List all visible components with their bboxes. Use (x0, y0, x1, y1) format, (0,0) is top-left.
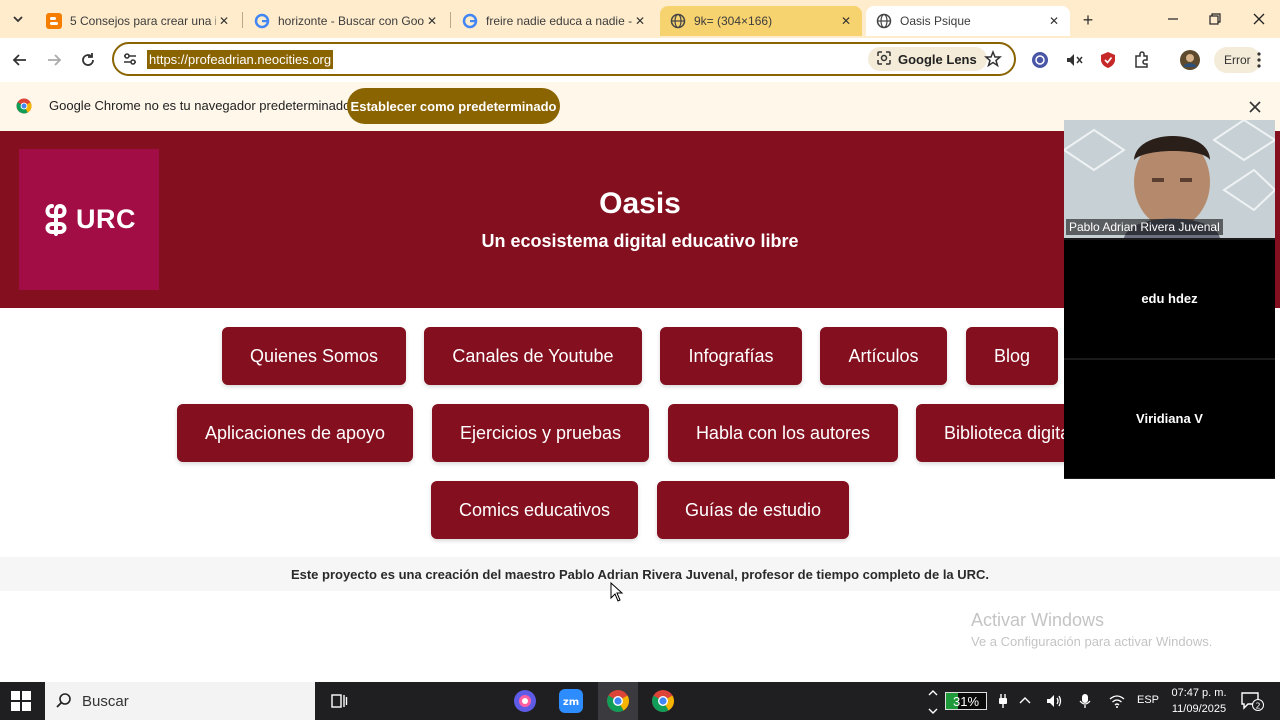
address-bar[interactable]: https://profeadrian.neocities.org Google… (112, 42, 1016, 76)
infobar-message: Google Chrome no es tu navegador predete… (49, 98, 351, 113)
tab-consejos[interactable]: 5 Consejos para crear una in ✕ (36, 6, 240, 36)
video-tile-participant[interactable]: edu hdez (1064, 240, 1275, 358)
tab-oasis-psique[interactable]: Oasis Psique ✕ (866, 6, 1070, 36)
close-tab-icon[interactable]: ✕ (838, 13, 854, 29)
tab-horizonte[interactable]: horizonte - Buscar con Goog ✕ (244, 6, 448, 36)
lens-icon (876, 50, 892, 69)
video-app-icon[interactable] (512, 688, 538, 714)
back-arrow-icon[interactable] (8, 48, 32, 72)
browser-tab-strip: 5 Consejos para crear una in ✕ horizonte… (0, 0, 1280, 38)
nav-button-quienes-somos[interactable]: Quienes Somos (222, 327, 406, 385)
tray-down-chevron-icon[interactable] (924, 702, 942, 720)
tab-title: 5 Consejos para crear una in (70, 14, 216, 28)
participant-name: Pablo Adrian Rivera Juvenal (1066, 219, 1223, 235)
nav-button-aplicaciones[interactable]: Aplicaciones de apoyo (177, 404, 413, 462)
show-hidden-icons-chevron[interactable] (1016, 692, 1034, 710)
task-view-icon[interactable] (326, 688, 352, 714)
extension-circle-icon[interactable] (1030, 50, 1050, 70)
video-tile-speaker[interactable]: Pablo Adrian Rivera Juvenal (1064, 120, 1275, 238)
more-menu-icon[interactable] (1252, 50, 1266, 70)
tab-image[interactable]: 9k= (304×166) ✕ (660, 6, 862, 36)
activate-windows-title: Activar Windows (971, 610, 1105, 630)
nav-button-ejercicios[interactable]: Ejercicios y pruebas (432, 404, 649, 462)
site-info-icon[interactable] (122, 51, 138, 67)
battery-indicator[interactable]: 31% (945, 692, 987, 710)
screen: 5 Consejos para crear una in ✕ horizonte… (0, 0, 1280, 720)
nav-button-canales-youtube[interactable]: Canales de Youtube (424, 327, 642, 385)
extension-shield-icon[interactable] (1098, 50, 1118, 70)
footer-credit: Este proyecto es una creación del maestr… (290, 567, 990, 582)
google-icon (462, 13, 478, 29)
browser-toolbar: https://profeadrian.neocities.org Google… (0, 38, 1280, 82)
clock-date[interactable]: 11/09/2025 (1166, 703, 1232, 715)
tab-muted-icon[interactable] (1064, 50, 1084, 70)
battery-percent: 31% (952, 693, 980, 709)
windows-taskbar: Buscar zm 31% ESP 07:47 p. m. 11/09/2025… (0, 682, 1280, 720)
globe-icon (876, 13, 892, 29)
close-infobar-icon[interactable] (1246, 98, 1264, 116)
restore-icon[interactable] (1204, 8, 1226, 30)
profile-avatar[interactable] (1180, 50, 1200, 70)
bookmark-star-icon[interactable] (984, 49, 1002, 68)
globe-icon (670, 13, 686, 29)
extensions-puzzle-icon[interactable] (1132, 50, 1152, 70)
tray-up-chevron-icon[interactable] (924, 684, 942, 702)
tab-title: freire nadie educa a nadie - (486, 14, 632, 28)
nav-button-blog[interactable]: Blog (966, 327, 1058, 385)
wifi-icon[interactable] (1108, 692, 1126, 710)
nav-button-articulos[interactable]: Artículos (820, 327, 947, 385)
google-lens-button[interactable]: Google Lens (868, 47, 987, 71)
notification-center-icon[interactable]: 2 (1240, 690, 1264, 712)
activate-windows-subtitle: Ve a Configuración para activar Windows. (971, 634, 1213, 649)
tab-search-chevron-icon[interactable] (6, 7, 30, 31)
tab-title: 9k= (304×166) (694, 14, 773, 28)
close-tab-icon[interactable]: ✕ (1046, 13, 1062, 29)
close-window-icon[interactable] (1248, 8, 1270, 30)
blogger-icon (46, 13, 62, 29)
clock-time[interactable]: 07:47 p. m. (1166, 687, 1232, 699)
tab-separator (242, 12, 243, 28)
minimize-icon[interactable] (1162, 8, 1184, 30)
language-indicator[interactable]: ESP (1137, 694, 1159, 706)
participant-name: edu hdez (1141, 291, 1198, 306)
forward-arrow-icon[interactable] (42, 48, 66, 72)
google-icon (254, 13, 270, 29)
nav-button-infografias[interactable]: Infografías (660, 327, 802, 385)
tab-title: Oasis Psique (900, 14, 971, 28)
search-placeholder: Buscar (82, 693, 129, 710)
speaker-icon[interactable] (1046, 692, 1064, 710)
chrome-logo-icon (16, 98, 32, 114)
chrome-taskbar-icon[interactable] (650, 688, 676, 714)
tab-separator (450, 12, 451, 28)
lens-label: Google Lens (898, 51, 977, 67)
chrome-taskbar-icon-active[interactable] (598, 682, 638, 720)
microphone-icon[interactable] (1076, 692, 1094, 710)
participant-name: Viridiana V (1136, 411, 1203, 426)
video-tile-participant[interactable]: Viridiana V (1064, 360, 1275, 478)
site-footer: Este proyecto es una creación del maestr… (0, 557, 1280, 591)
notification-count: 2 (1255, 702, 1260, 711)
zoom-app-icon[interactable]: zm (558, 688, 584, 714)
close-tab-icon[interactable]: ✕ (216, 13, 232, 29)
nav-button-guias[interactable]: Guías de estudio (657, 481, 849, 539)
windows-start-icon[interactable] (10, 690, 32, 712)
url-text[interactable]: https://profeadrian.neocities.org (147, 50, 334, 69)
reload-icon[interactable] (76, 48, 100, 72)
close-tab-icon[interactable]: ✕ (632, 13, 648, 29)
svg-text:zm: zm (563, 697, 579, 708)
power-plug-icon[interactable] (994, 692, 1012, 710)
tab-freire[interactable]: freire nadie educa a nadie - ✕ (452, 6, 656, 36)
new-tab-plus-icon[interactable]: + (1077, 9, 1099, 31)
video-call-panel: Pablo Adrian Rivera Juvenal edu hdez Vir… (1064, 120, 1275, 479)
set-default-button[interactable]: Establecer como predeterminado (347, 88, 560, 124)
nav-button-habla-autores[interactable]: Habla con los autores (668, 404, 898, 462)
nav-button-comics[interactable]: Comics educativos (431, 481, 638, 539)
taskbar-search[interactable]: Buscar (45, 682, 315, 720)
close-tab-icon[interactable]: ✕ (424, 13, 440, 29)
tab-title: horizonte - Buscar con Goog (278, 14, 424, 28)
mouse-cursor-icon (610, 581, 624, 602)
search-icon (55, 692, 73, 710)
